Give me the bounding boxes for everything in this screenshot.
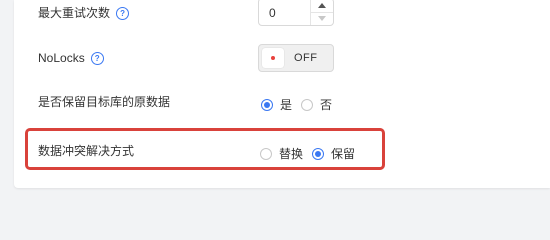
radio-unchecked-icon[interactable]	[260, 147, 272, 160]
decrement-button[interactable]	[311, 12, 333, 25]
conflict-resolution-label-text: 数据冲突解决方式	[38, 144, 135, 158]
nolocks-label-text: NoLocks	[38, 51, 85, 65]
radio-checked-icon[interactable]	[261, 98, 273, 111]
radio-option-label: 否	[320, 98, 333, 112]
radio-option-keep[interactable]: 保留	[312, 145, 355, 162]
keep-original-label-text: 是否保留目标库的原数据	[38, 95, 171, 109]
conflict-resolution-radio-group: 替换 保留	[260, 145, 364, 162]
retry-count-value[interactable]: 0	[269, 6, 276, 20]
radio-checked-icon[interactable]	[312, 147, 325, 160]
nolocks-toggle[interactable]: OFF	[258, 44, 334, 72]
retry-count-label-text: 最大重试次数	[38, 6, 111, 20]
nolocks-label: NoLocks ?	[38, 50, 104, 66]
radio-option-replace[interactable]: 替换	[260, 145, 303, 162]
toggle-knob	[262, 48, 284, 68]
radio-option-yes[interactable]: 是	[261, 96, 292, 113]
retry-count-stepper[interactable]: 0	[258, 0, 334, 26]
stepper-buttons	[310, 0, 333, 25]
keep-original-radio-group: 是 否	[261, 96, 341, 113]
chevron-up-icon	[318, 3, 326, 8]
keep-original-label: 是否保留目标库的原数据	[38, 94, 170, 110]
help-icon[interactable]: ?	[116, 6, 130, 20]
radio-option-no[interactable]: 否	[301, 96, 332, 113]
toggle-dot-icon	[271, 56, 275, 60]
conflict-resolution-label: 数据冲突解决方式	[38, 143, 134, 159]
radio-option-label: 保留	[331, 147, 356, 161]
radio-option-label: 是	[280, 98, 293, 112]
chevron-down-icon	[318, 16, 326, 21]
radio-unchecked-icon[interactable]	[301, 98, 314, 111]
help-icon[interactable]: ?	[90, 51, 104, 65]
radio-option-label: 替换	[279, 147, 304, 161]
retry-count-label: 最大重试次数 ?	[38, 5, 130, 21]
toggle-state-text: OFF	[294, 52, 318, 64]
